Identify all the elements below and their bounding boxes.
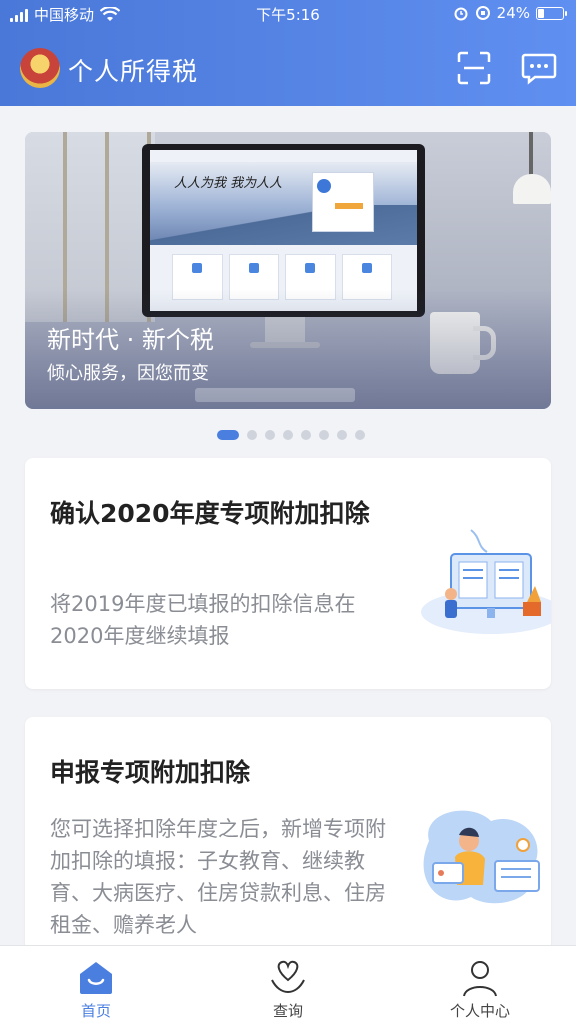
tab-query[interactable]: 查询 bbox=[228, 952, 348, 1022]
banner-subtitle: 倾心服务，因您而变 bbox=[47, 363, 209, 384]
battery-icon bbox=[536, 6, 567, 20]
calligraphy-image: 人人为我 我为人人 bbox=[174, 176, 283, 191]
heart-hands-icon bbox=[271, 960, 305, 994]
tab-home-label: 首页 bbox=[80, 1002, 111, 1020]
orientation-lock-icon bbox=[475, 6, 490, 20]
user-icon bbox=[463, 961, 497, 997]
person-reading-illustration-icon bbox=[423, 810, 540, 904]
confirm-deduction-card[interactable]: 确认2020年度专项附加扣除 将2019年度已填报的扣除信息在2020年度继续填… bbox=[25, 458, 551, 689]
bottom-tab-bar: 首页 查询 个人中心 bbox=[0, 945, 576, 1024]
carousel-dot[interactable] bbox=[283, 430, 293, 440]
computer-illustration-icon bbox=[421, 529, 551, 634]
tab-home[interactable]: 首页 bbox=[36, 952, 156, 1022]
card-title: 申报专项附加扣除 bbox=[50, 758, 251, 787]
tab-profile[interactable]: 个人中心 bbox=[420, 952, 540, 1022]
declare-deduction-card[interactable]: 申报专项附加扣除 您可选择扣除年度之后，新增专项附加扣除的填报：子女教育、继续教… bbox=[25, 717, 551, 957]
message-icon[interactable] bbox=[521, 50, 557, 86]
card-title: 确认2020年度专项附加扣除 bbox=[50, 499, 370, 528]
carousel-dot[interactable] bbox=[247, 430, 257, 440]
status-bar: 中国移动 下午5:16 24% bbox=[0, 0, 576, 28]
nav-bar: 个人所得税 bbox=[0, 40, 576, 100]
home-icon bbox=[80, 962, 112, 994]
card-description: 您可选择扣除年度之后，新增专项附加扣除的填报：子女教育、继续教育、大病医疗、住房… bbox=[50, 817, 386, 937]
carousel-dot[interactable] bbox=[301, 430, 311, 440]
emblem-icon bbox=[20, 48, 60, 88]
card-description: 将2019年度已填报的扣除信息在2020年度继续填报 bbox=[50, 592, 356, 648]
carousel-dot-active[interactable] bbox=[217, 430, 239, 440]
lamp-image bbox=[503, 132, 551, 222]
carousel-dot[interactable] bbox=[337, 430, 347, 440]
scan-icon[interactable] bbox=[456, 50, 492, 86]
carousel-dot[interactable] bbox=[355, 430, 365, 440]
tab-profile-label: 个人中心 bbox=[449, 1002, 510, 1020]
battery-percent: 24% bbox=[496, 4, 530, 22]
alarm-icon bbox=[454, 7, 468, 21]
carousel-dot[interactable] bbox=[319, 430, 329, 440]
tab-query-label: 查询 bbox=[272, 1002, 303, 1020]
carousel-dot[interactable] bbox=[265, 430, 275, 440]
app-header: 中国移动 下午5:16 24% 个人所得税 bbox=[0, 0, 576, 106]
banner-title: 新时代 · 新个税 bbox=[47, 326, 214, 354]
carousel-indicator bbox=[217, 430, 365, 440]
app-title: 个人所得税 bbox=[68, 57, 199, 86]
promo-banner[interactable]: 人人为我 我为人人 新时代 · 新个税 倾心服务，因您而变 bbox=[25, 132, 551, 409]
